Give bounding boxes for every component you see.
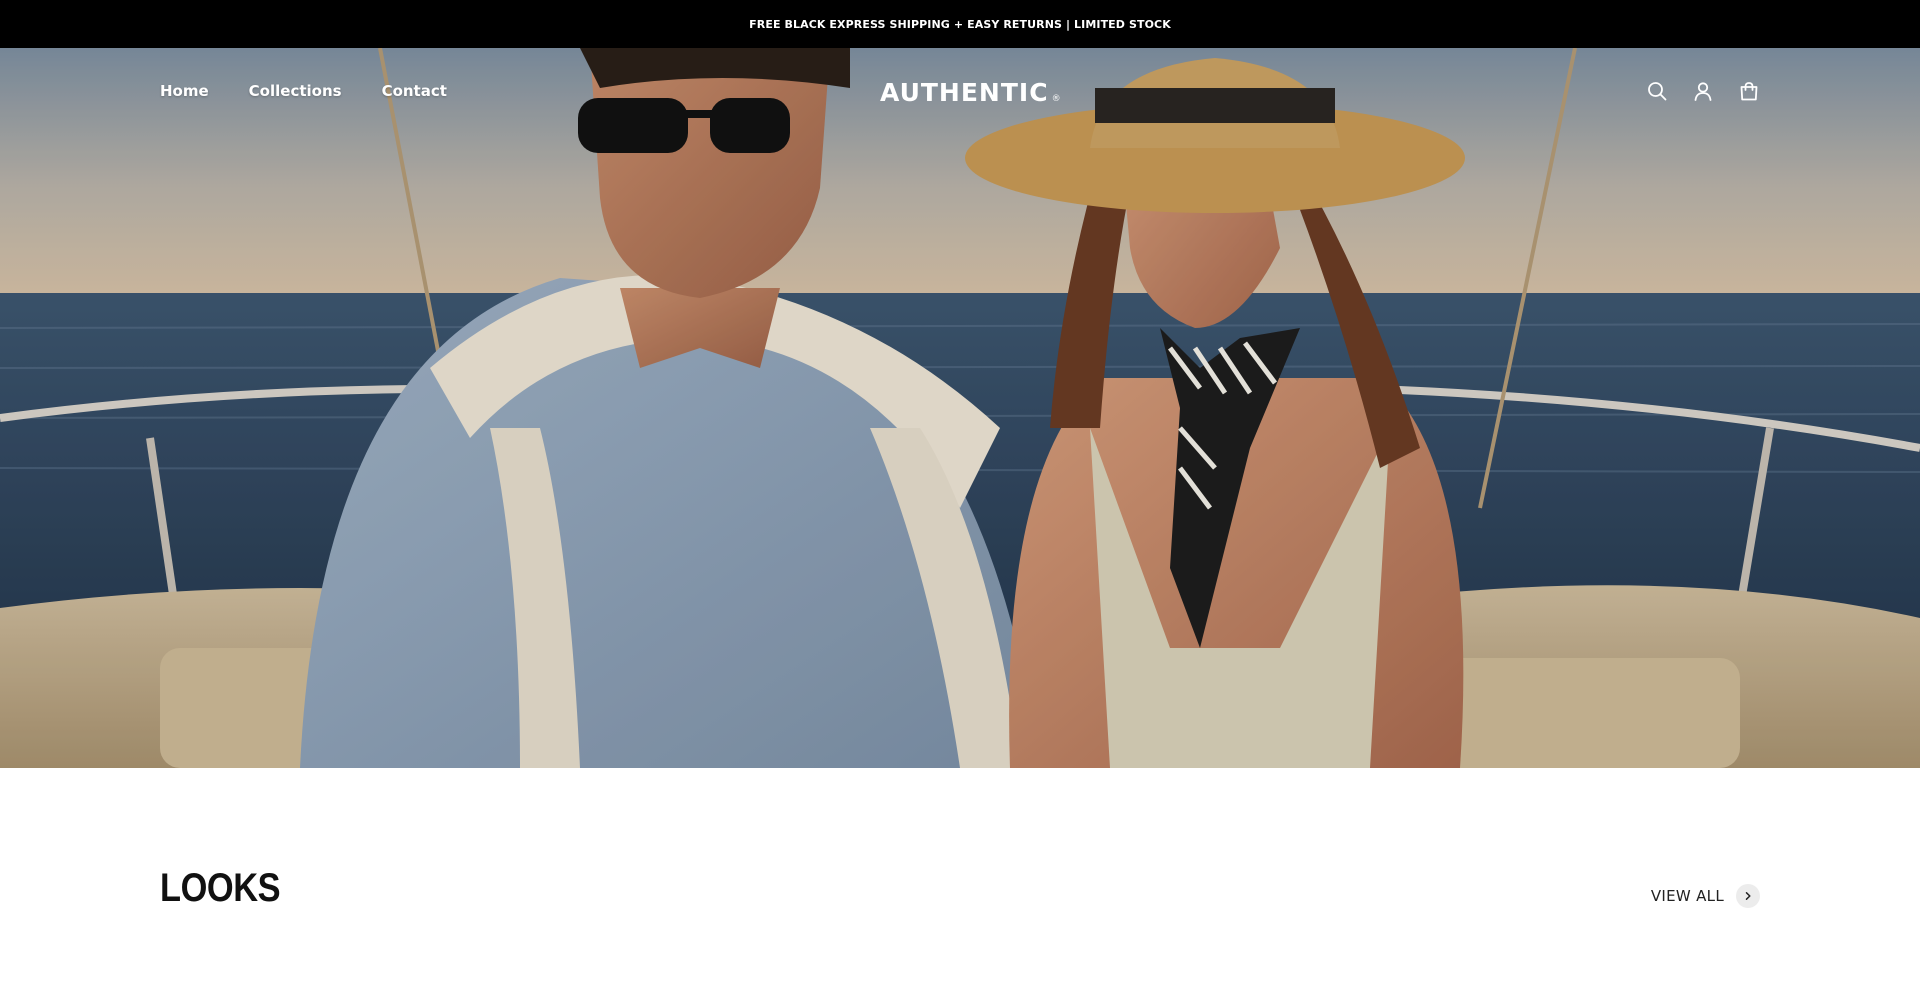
announcement-text: FREE BLACK EXPRESS SHIPPING + EASY RETUR… [749, 17, 1171, 31]
logo-registered-mark: ® [1051, 94, 1062, 104]
looks-section: LOOKS VIEW ALL [0, 768, 1920, 993]
announcement-bar: FREE BLACK EXPRESS SHIPPING + EASY RETUR… [0, 0, 1920, 48]
account-icon[interactable] [1692, 80, 1714, 102]
site-header: Home Collections Contact AUTHENTIC ® [0, 48, 1920, 138]
hero-image [0, 48, 1920, 768]
view-all-link[interactable]: VIEW ALL [1651, 884, 1760, 908]
header-actions [1646, 80, 1760, 102]
view-all-label: VIEW ALL [1650, 887, 1724, 905]
main-nav: Home Collections Contact [160, 82, 447, 100]
logo-text: AUTHENTIC [880, 78, 1049, 107]
nav-link-contact[interactable]: Contact [382, 82, 447, 100]
chevron-right-icon[interactable] [1736, 884, 1760, 908]
nav-link-collections[interactable]: Collections [249, 82, 342, 100]
search-icon[interactable] [1646, 80, 1668, 102]
hero-banner[interactable] [0, 48, 1920, 768]
nav-link-home[interactable]: Home [160, 82, 209, 100]
cart-icon[interactable] [1738, 80, 1760, 102]
looks-heading: LOOKS [160, 866, 281, 910]
site-logo[interactable]: AUTHENTIC ® [880, 78, 1062, 107]
